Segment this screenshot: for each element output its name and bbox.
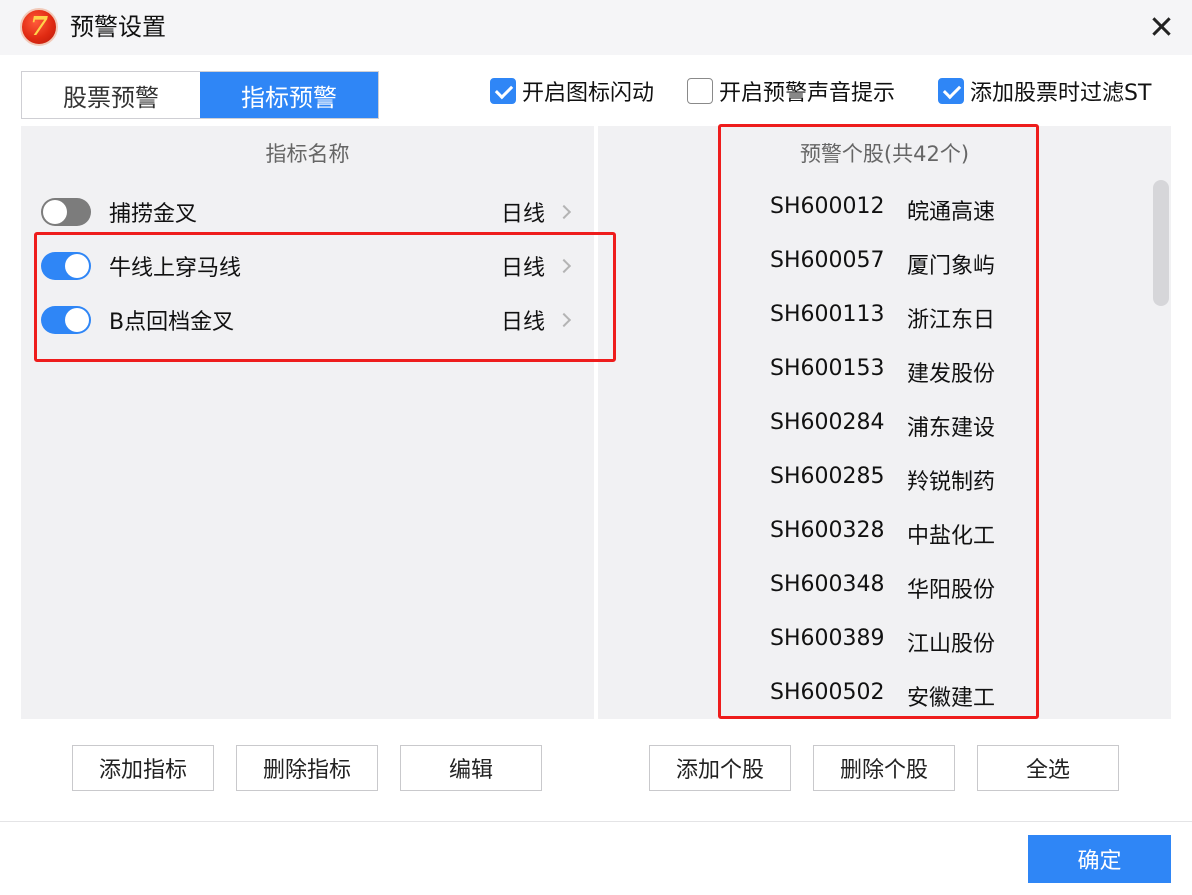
option-label: 开启图标闪动: [522, 81, 655, 106]
stock-name: 江山股份: [907, 632, 996, 657]
stock-name: 安徽建工: [907, 686, 996, 711]
stock-row[interactable]: SH600348 华阳股份: [598, 566, 1171, 606]
indicator-period: 日线: [501, 310, 546, 335]
stock-code: SH600502: [770, 680, 885, 705]
indicator-panel: 指标名称 捕捞金叉 日线 牛线上穿马线 日线 B点回档金叉 日线: [21, 126, 594, 719]
indicator-row[interactable]: B点回档金叉 日线: [21, 298, 594, 342]
stock-code: SH600012: [770, 194, 885, 219]
edit-button[interactable]: 编辑: [400, 745, 542, 791]
stock-name: 建发股份: [907, 362, 996, 387]
option-icon-flash[interactable]: 开启图标闪动: [490, 76, 654, 106]
checkbox-icon[interactable]: [687, 78, 713, 104]
add-stock-button[interactable]: 添加个股: [649, 745, 791, 791]
toggle-knob: [65, 308, 89, 332]
indicator-row[interactable]: 捕捞金叉 日线: [21, 190, 594, 234]
stock-code: SH600389: [770, 626, 885, 651]
tab-stock-alert[interactable]: 股票预警: [22, 72, 200, 118]
stock-row[interactable]: SH600284 浦东建设: [598, 404, 1171, 444]
indicator-name: B点回档金叉: [109, 310, 235, 335]
stock-code: SH600285: [770, 464, 885, 489]
stock-code: SH600153: [770, 356, 885, 381]
option-label: 添加股票时过滤ST: [970, 81, 1152, 106]
stock-name: 中盐化工: [907, 524, 996, 549]
stock-name: 华阳股份: [907, 578, 996, 603]
tab-indicator-alert[interactable]: 指标预警: [200, 72, 378, 118]
toggle-switch[interactable]: [41, 306, 91, 334]
option-sound-alert[interactable]: 开启预警声音提示: [687, 76, 895, 106]
confirm-button[interactable]: 确定: [1028, 835, 1171, 883]
stock-name: 羚锐制药: [907, 470, 996, 495]
checkbox-icon[interactable]: [490, 78, 516, 104]
select-all-button[interactable]: 全选: [977, 745, 1119, 791]
window-title: 预警设置: [70, 13, 166, 41]
chevron-right-icon[interactable]: [556, 258, 572, 274]
stock-code: SH600348: [770, 572, 885, 597]
toggle-switch[interactable]: [41, 252, 91, 280]
indicator-period: 日线: [501, 256, 546, 281]
toggle-knob: [43, 200, 67, 224]
stock-row[interactable]: SH600057 厦门象屿: [598, 242, 1171, 282]
indicator-header: 指标名称: [265, 142, 350, 166]
stock-name: 皖通高速: [907, 200, 996, 225]
add-indicator-button[interactable]: 添加指标: [72, 745, 214, 791]
stock-row[interactable]: SH600389 江山股份: [598, 620, 1171, 660]
option-filter-st[interactable]: 添加股票时过滤ST: [938, 76, 1151, 106]
indicator-period: 日线: [501, 202, 546, 227]
chevron-right-icon[interactable]: [556, 312, 572, 328]
stock-code: SH600057: [770, 248, 885, 273]
stock-row[interactable]: SH600502 安徽建工: [598, 674, 1171, 714]
close-icon[interactable]: [1144, 10, 1178, 44]
stock-code: SH600284: [770, 410, 885, 435]
indicator-name: 捕捞金叉: [109, 202, 198, 227]
stock-row[interactable]: SH600328 中盐化工: [598, 512, 1171, 552]
checkbox-icon[interactable]: [938, 78, 964, 104]
stock-code: SH600113: [770, 302, 885, 327]
footer-divider: [0, 821, 1192, 822]
delete-indicator-button[interactable]: 删除指标: [236, 745, 378, 791]
indicator-name: 牛线上穿马线: [109, 256, 242, 281]
stock-header: 预警个股(共42个): [799, 142, 970, 166]
indicator-row[interactable]: 牛线上穿马线 日线: [21, 244, 594, 288]
toggle-switch[interactable]: [41, 198, 91, 226]
stock-row[interactable]: SH600285 羚锐制药: [598, 458, 1171, 498]
option-label: 开启预警声音提示: [719, 81, 896, 106]
stock-list-scrollbar[interactable]: [1153, 180, 1169, 306]
tab-bar: 股票预警 指标预警: [21, 71, 379, 119]
app-logo-icon: 7: [20, 8, 58, 46]
delete-stock-button[interactable]: 删除个股: [813, 745, 955, 791]
stock-name: 厦门象屿: [907, 254, 996, 279]
stock-code: SH600328: [770, 518, 885, 543]
stock-row[interactable]: SH600153 建发股份: [598, 350, 1171, 390]
stock-name: 浦东建设: [907, 416, 996, 441]
stock-row[interactable]: SH600113 浙江东日: [598, 296, 1171, 336]
title-bar: 7 预警设置: [0, 0, 1192, 55]
stock-name: 浙江东日: [907, 308, 996, 333]
stock-row[interactable]: SH600012 皖通高速: [598, 188, 1171, 228]
chevron-right-icon[interactable]: [556, 204, 572, 220]
toggle-knob: [65, 254, 89, 278]
